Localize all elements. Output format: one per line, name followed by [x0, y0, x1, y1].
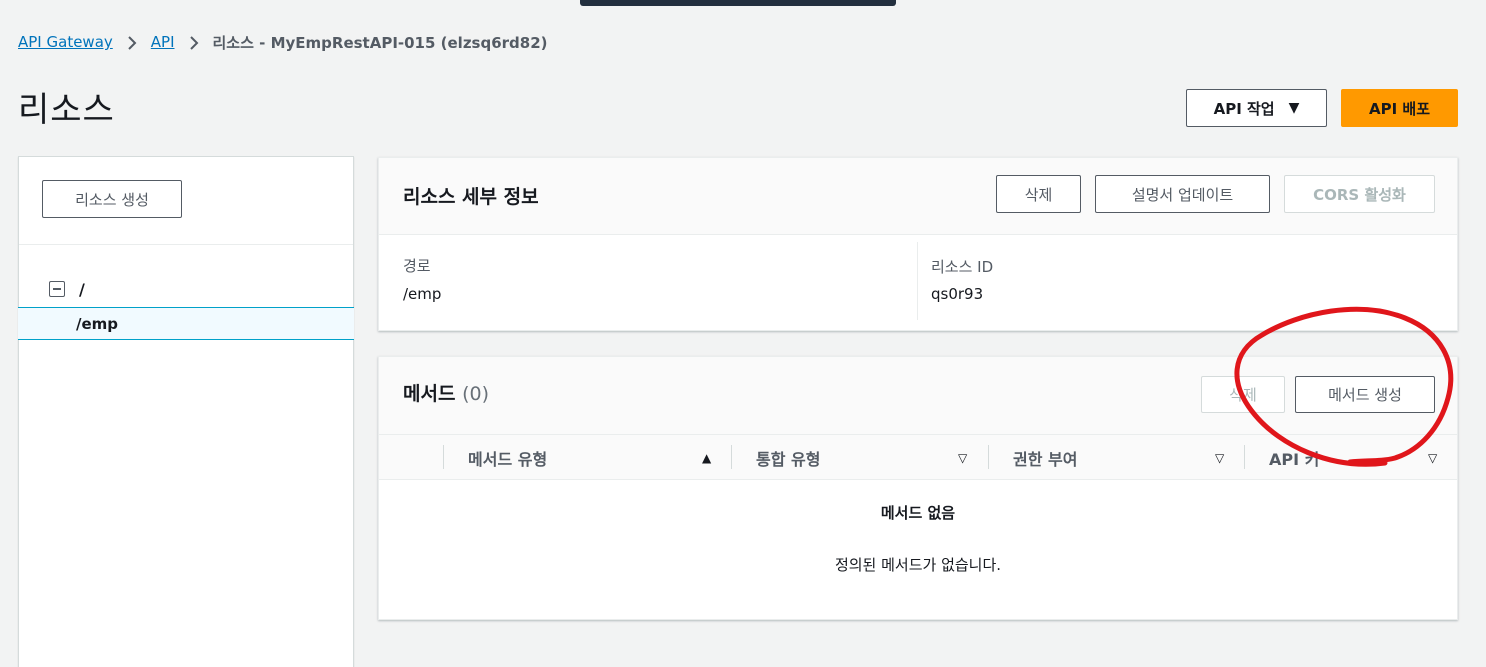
- divider: [917, 242, 918, 320]
- methods-title-text: 메서드: [403, 383, 456, 405]
- chevron-right-icon: [175, 33, 213, 51]
- resource-id-value: qs0r93: [931, 285, 984, 303]
- column-separator: [988, 445, 989, 469]
- column-header-method-type[interactable]: 메서드 유형: [468, 435, 728, 480]
- caret-down-icon: ▼: [1288, 100, 1300, 116]
- create-method-button[interactable]: 메서드 생성: [1295, 376, 1435, 413]
- tree-item-root-label: /: [79, 279, 85, 299]
- column-separator: [731, 445, 732, 469]
- breadcrumb-current: 리소스 - MyEmpRestAPI-015 (elzsq6rd82): [212, 33, 548, 52]
- methods-card: 메서드 (0) 삭제 메서드 생성 메서드 유형 ▲ 통합 유형 ▽ 권한 부여…: [378, 356, 1458, 620]
- collapse-icon[interactable]: [49, 281, 65, 297]
- path-value: /emp: [403, 285, 442, 303]
- methods-title: 메서드 (0): [403, 379, 489, 406]
- sort-icon[interactable]: ▽: [1215, 451, 1224, 465]
- column-header-authorization[interactable]: 권한 부여: [1013, 435, 1243, 480]
- card-header: 메서드 (0) 삭제 메서드 생성: [379, 357, 1457, 435]
- column-header-api-key[interactable]: API 키: [1269, 435, 1419, 480]
- tree-item-emp-label: /emp: [76, 314, 119, 333]
- tree-item-emp[interactable]: /emp: [18, 307, 354, 340]
- empty-state-title: 메서드 없음: [880, 504, 956, 522]
- page-title: 리소스: [18, 90, 115, 130]
- methods-table-header: 메서드 유형 ▲ 통합 유형 ▽ 권한 부여 ▽ API 키 ▽: [379, 435, 1457, 480]
- api-actions-label: API 작업: [1213, 99, 1275, 118]
- column-separator: [443, 445, 444, 469]
- chevron-right-icon: [113, 33, 151, 51]
- api-actions-dropdown[interactable]: API 작업 ▼: [1186, 89, 1327, 127]
- create-resource-label: 리소스 생성: [75, 190, 149, 209]
- create-method-label: 메서드 생성: [1328, 386, 1402, 404]
- card-header: 리소스 세부 정보 삭제 설명서 업데이트 CORS 활성화: [379, 158, 1457, 235]
- top-bar-fragment: [580, 0, 896, 6]
- empty-state-description: 정의된 메서드가 없습니다.: [834, 556, 1002, 574]
- column-header-label: 권한 부여: [1013, 449, 1078, 469]
- delete-method-button[interactable]: 삭제: [1201, 376, 1285, 413]
- delete-resource-button[interactable]: 삭제: [996, 175, 1081, 213]
- resource-tree-panel: 리소스 생성 / /emp: [18, 156, 354, 667]
- sort-ascending-icon[interactable]: ▲: [702, 451, 711, 465]
- column-header-label: API 키: [1269, 449, 1320, 469]
- tree-item-root[interactable]: /: [49, 277, 85, 301]
- sort-icon[interactable]: ▽: [1428, 451, 1437, 465]
- enable-cors-button[interactable]: CORS 활성화: [1284, 175, 1435, 213]
- deploy-api-button[interactable]: API 배포: [1341, 89, 1458, 127]
- deploy-api-label: API 배포: [1368, 99, 1430, 118]
- breadcrumb: API Gateway API 리소스 - MyEmpRestAPI-015 (…: [18, 30, 548, 54]
- column-header-label: 통합 유형: [756, 449, 821, 469]
- path-label: 경로: [403, 257, 431, 275]
- sort-icon[interactable]: ▽: [958, 451, 967, 465]
- resource-id-label: 리소스 ID: [931, 258, 994, 276]
- delete-method-label: 삭제: [1229, 386, 1257, 404]
- resource-details-title: 리소스 세부 정보: [403, 186, 539, 208]
- create-resource-button[interactable]: 리소스 생성: [42, 180, 182, 218]
- column-separator: [1244, 445, 1245, 469]
- breadcrumb-api-gateway[interactable]: API Gateway: [18, 33, 113, 51]
- enable-cors-label: CORS 활성화: [1313, 185, 1406, 204]
- resource-details-card: 리소스 세부 정보 삭제 설명서 업데이트 CORS 활성화 경로 /emp 리…: [378, 157, 1458, 331]
- methods-count: (0): [462, 383, 489, 405]
- update-documentation-button[interactable]: 설명서 업데이트: [1095, 175, 1270, 213]
- column-header-label: 메서드 유형: [468, 449, 548, 469]
- divider: [19, 244, 353, 245]
- delete-resource-label: 삭제: [1024, 185, 1053, 204]
- column-header-integration-type[interactable]: 통합 유형: [756, 435, 986, 480]
- update-documentation-label: 설명서 업데이트: [1131, 185, 1234, 204]
- breadcrumb-api[interactable]: API: [151, 33, 175, 51]
